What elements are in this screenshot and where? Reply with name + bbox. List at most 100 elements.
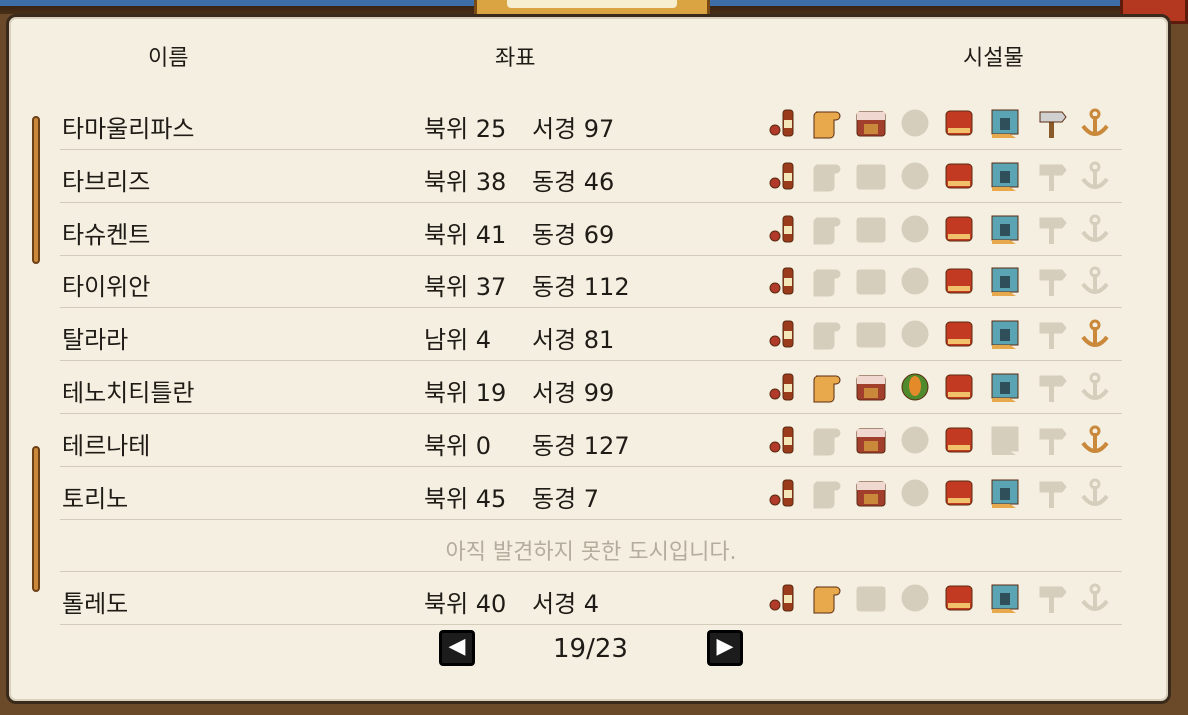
castle-icon — [988, 581, 1022, 615]
city-name: 타이위안 — [62, 273, 151, 302]
shrine-icon — [898, 317, 932, 351]
city-row[interactable]: 타이위안 북위 37 동경 112 — [60, 256, 1122, 309]
signpost-icon — [1034, 264, 1068, 298]
signpost-icon — [1034, 106, 1068, 140]
shrine-icon — [898, 581, 932, 615]
city-row[interactable]: 톨레도 북위 40 서경 4 — [60, 573, 1122, 626]
shrine-icon — [898, 159, 932, 193]
scroll-rod-bottom — [32, 446, 40, 592]
scroll-icon — [810, 581, 844, 615]
city-longitude: 서경 81 — [532, 326, 615, 355]
tavern-icon — [766, 212, 800, 246]
bed-inn-icon — [942, 106, 976, 140]
prev-page-button[interactable]: ◀ — [439, 630, 475, 666]
city-name: 탈라라 — [62, 326, 129, 355]
city-longitude: 동경 127 — [532, 431, 630, 460]
market-icon — [854, 423, 888, 457]
market-icon — [854, 106, 888, 140]
market-icon — [854, 264, 888, 298]
anchor-icon — [1078, 476, 1112, 510]
tavern-icon — [766, 370, 800, 404]
city-name: 타마울리파스 — [62, 115, 195, 143]
city-longitude: 동경 112 — [532, 273, 630, 302]
market-icon — [854, 317, 888, 351]
signpost-icon — [1034, 581, 1068, 615]
city-row[interactable]: 테노치티틀란 북위 19 서경 99 — [60, 362, 1122, 414]
city-row[interactable]: 테르나테 북위 0 동경 127 — [60, 415, 1122, 467]
city-row[interactable]: 타브리즈 북위 38 동경 46 — [60, 151, 1122, 203]
tavern-icon — [766, 159, 800, 193]
bed-inn-icon — [942, 581, 976, 615]
tavern-icon — [766, 264, 800, 298]
anchor-icon — [1078, 423, 1112, 457]
city-longitude: 서경 99 — [532, 379, 615, 407]
anchor-icon — [1078, 370, 1112, 404]
city-name: 톨레도 — [62, 590, 129, 619]
anchor-icon — [1078, 159, 1112, 193]
scroll-icon — [810, 106, 844, 140]
city-name: 토리노 — [62, 484, 129, 513]
castle-icon — [988, 159, 1022, 193]
shrine-icon — [898, 370, 932, 404]
scroll-icon — [810, 370, 844, 404]
city-row[interactable]: 아직 발견하지 못한 도시입니다. — [60, 520, 1122, 573]
top-ornament-plate — [507, 0, 677, 8]
shrine-icon — [898, 106, 932, 140]
signpost-icon — [1034, 423, 1068, 457]
market-icon — [854, 370, 888, 404]
city-longitude: 서경 97 — [532, 115, 615, 143]
scroll-rod-top — [32, 116, 40, 264]
shrine-icon — [898, 264, 932, 298]
castle-icon — [988, 264, 1022, 298]
castle-icon — [988, 212, 1022, 246]
city-longitude: 동경 69 — [532, 220, 615, 249]
market-icon — [854, 581, 888, 615]
market-icon — [854, 476, 888, 510]
city-row[interactable]: 타마울리파스 북위 25 서경 97 — [60, 98, 1122, 150]
bed-inn-icon — [942, 212, 976, 246]
market-icon — [854, 159, 888, 193]
scroll-icon — [810, 317, 844, 351]
anchor-icon — [1078, 106, 1112, 140]
scroll-icon — [810, 264, 844, 298]
city-latitude: 북위 45 — [424, 484, 507, 513]
city-latitude: 북위 37 — [424, 273, 507, 302]
city-longitude: 서경 4 — [532, 590, 600, 619]
scroll-icon — [810, 423, 844, 457]
anchor-icon — [1078, 581, 1112, 615]
city-latitude: 북위 41 — [424, 220, 507, 249]
city-longitude: 동경 46 — [532, 167, 615, 196]
city-latitude: 남위 4 — [424, 326, 492, 355]
bed-inn-icon — [942, 476, 976, 510]
undiscovered-label: 아직 발견하지 못한 도시입니다. — [445, 540, 737, 566]
bed-inn-icon — [942, 370, 976, 404]
chevron-left-icon: ◀ — [448, 634, 466, 659]
city-latitude: 북위 25 — [424, 115, 507, 143]
castle-icon — [988, 106, 1022, 140]
header-coordinates: 좌표 — [495, 46, 536, 71]
market-icon — [854, 212, 888, 246]
city-latitude: 북위 38 — [424, 167, 507, 196]
header-facilities: 시설물 — [963, 46, 1024, 71]
next-page-button[interactable]: ▶ — [707, 630, 743, 666]
header-name: 이름 — [148, 46, 189, 71]
bed-inn-icon — [942, 264, 976, 298]
signpost-icon — [1034, 476, 1068, 510]
city-row[interactable]: 타슈켄트 북위 41 동경 69 — [60, 204, 1122, 256]
bed-inn-icon — [942, 317, 976, 351]
tavern-icon — [766, 476, 800, 510]
city-latitude: 북위 19 — [424, 379, 507, 407]
signpost-icon — [1034, 212, 1068, 246]
shrine-icon — [898, 476, 932, 510]
city-name: 타브리즈 — [62, 167, 151, 196]
page-indicator: 19/23 — [553, 634, 628, 664]
city-name: 테노치티틀란 — [62, 379, 195, 407]
city-row[interactable]: 토리노 북위 45 동경 7 — [60, 468, 1122, 520]
city-latitude: 북위 0 — [424, 431, 492, 460]
shrine-icon — [898, 423, 932, 457]
shrine-icon — [898, 212, 932, 246]
signpost-icon — [1034, 159, 1068, 193]
chevron-right-icon: ▶ — [716, 634, 734, 659]
city-row[interactable]: 탈라라 남위 4 서경 81 — [60, 309, 1122, 362]
anchor-icon — [1078, 317, 1112, 351]
